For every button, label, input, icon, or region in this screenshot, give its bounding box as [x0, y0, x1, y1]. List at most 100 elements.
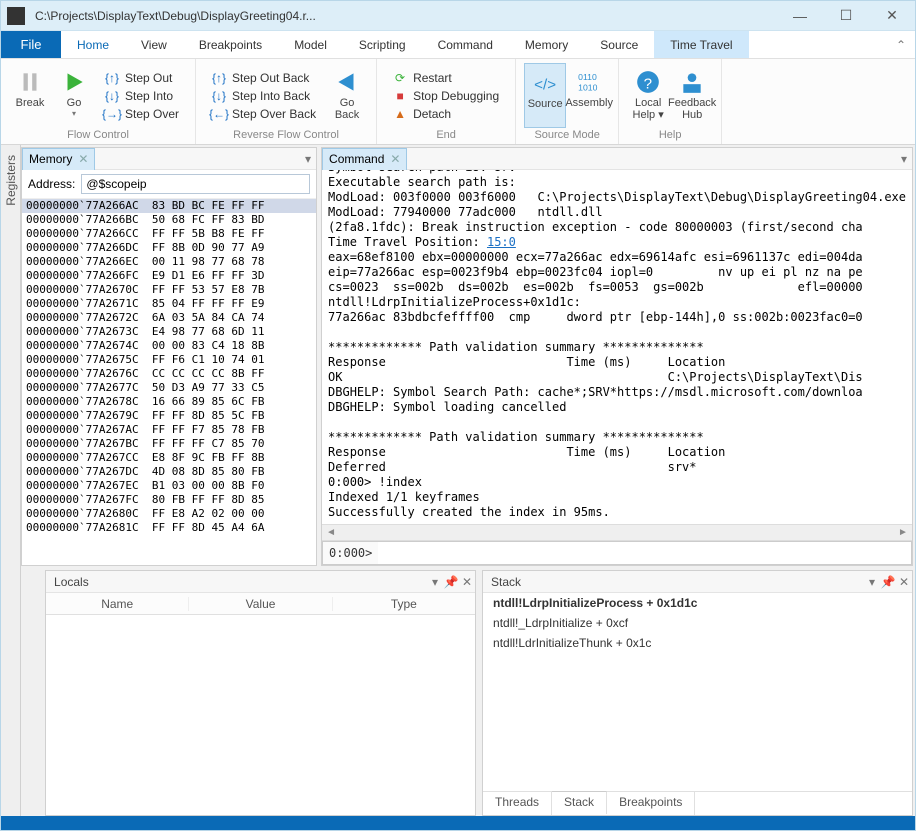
memory-row[interactable]: 00000000`77A2674C 00 00 83 C4 18 8B: [22, 339, 316, 353]
menu-model[interactable]: Model: [278, 31, 343, 58]
pause-icon: [17, 69, 43, 95]
dropdown-icon[interactable]: ▾: [427, 575, 443, 589]
play-reverse-icon: [334, 69, 360, 95]
step-over-back-button[interactable]: {←}Step Over Back: [208, 106, 320, 122]
stop-icon: ■: [393, 89, 407, 103]
menu-source[interactable]: Source: [584, 31, 654, 58]
dropdown-icon[interactable]: ▾: [864, 575, 880, 589]
menu-command[interactable]: Command: [422, 31, 509, 58]
assembly-mode-button[interactable]: 01101010 Assembly: [568, 63, 610, 128]
command-input[interactable]: [378, 541, 912, 565]
memory-row[interactable]: 00000000`77A2670C FF FF 53 57 E8 7B: [22, 283, 316, 297]
options-icon[interactable]: ▾: [300, 152, 316, 166]
memory-row[interactable]: 00000000`77A267CC E8 8F 9C FB FF 8B: [22, 451, 316, 465]
ribbon: Break Go ▾ {↑}Step Out {↓}Step Into {→}S…: [1, 59, 915, 145]
step-into-back-button[interactable]: {↓}Step Into Back: [208, 88, 320, 104]
memory-row[interactable]: 00000000`77A2681C FF FF 8D 45 A4 6A: [22, 521, 316, 535]
memory-row[interactable]: 00000000`77A2678C 16 66 89 85 6C FB: [22, 395, 316, 409]
step-out-back-button[interactable]: {↑}Step Out Back: [208, 70, 320, 86]
pin-icon[interactable]: 📌: [443, 575, 459, 589]
scroll-right-icon[interactable]: ►: [896, 526, 910, 540]
locals-title: Locals: [46, 575, 97, 589]
registers-sidetab[interactable]: Registers: [1, 145, 21, 816]
local-help-button[interactable]: ? Local Help ▾: [627, 63, 669, 128]
go-back-button[interactable]: Go Back: [326, 63, 368, 128]
memory-list[interactable]: 00000000`77A266AC 83 BD BC FE FF FF00000…: [22, 199, 316, 565]
col-type[interactable]: Type: [333, 597, 475, 611]
memory-row[interactable]: 00000000`77A2675C FF F6 C1 10 74 01: [22, 353, 316, 367]
source-mode-button[interactable]: </> Source: [524, 63, 566, 128]
memory-row[interactable]: 00000000`77A2671C 85 04 FF FF FF E9: [22, 297, 316, 311]
close-icon[interactable]: ✕: [390, 152, 400, 166]
menu-time-travel[interactable]: Time Travel: [654, 31, 748, 58]
memory-row[interactable]: 00000000`77A2680C FF E8 A2 02 00 00: [22, 507, 316, 521]
memory-row[interactable]: 00000000`77A266AC 83 BD BC FE FF FF: [22, 199, 316, 213]
close-icon[interactable]: ✕: [896, 575, 912, 589]
options-icon[interactable]: ▾: [896, 152, 912, 166]
memory-row[interactable]: 00000000`77A266FC E9 D1 E6 FF FF 3D: [22, 269, 316, 283]
memory-row[interactable]: 00000000`77A266BC 50 68 FC FF 83 BD: [22, 213, 316, 227]
col-name[interactable]: Name: [46, 597, 189, 611]
scroll-left-icon[interactable]: ◄: [324, 526, 338, 540]
pin-icon[interactable]: 📌: [880, 575, 896, 589]
step-into-button[interactable]: {↓}Step Into: [101, 88, 183, 104]
memory-row[interactable]: 00000000`77A2679C FF FF 8D 85 5C FB: [22, 409, 316, 423]
tab-breakpoints[interactable]: Breakpoints: [607, 792, 695, 815]
tab-stack[interactable]: Stack: [552, 791, 607, 814]
close-button[interactable]: ✕: [869, 1, 915, 31]
detach-button[interactable]: ▲Detach: [389, 106, 503, 122]
stack-row[interactable]: ntdll!_LdrpInitialize + 0xcf: [483, 613, 912, 633]
restart-icon: ⟳: [393, 71, 407, 85]
break-button[interactable]: Break: [9, 63, 51, 128]
help-icon: ?: [635, 69, 661, 95]
memory-row[interactable]: 00000000`77A266DC FF 8B 0D 90 77 A9: [22, 241, 316, 255]
feedback-hub-button[interactable]: Feedback Hub: [671, 63, 713, 128]
stop-debugging-button[interactable]: ■Stop Debugging: [389, 88, 503, 104]
play-icon: [61, 69, 87, 95]
restart-button[interactable]: ⟳Restart: [389, 70, 503, 86]
menu-scripting[interactable]: Scripting: [343, 31, 422, 58]
close-icon[interactable]: ✕: [459, 575, 475, 589]
step-over-back-icon: {←}: [212, 107, 226, 121]
address-input[interactable]: [81, 174, 310, 194]
menu-view[interactable]: View: [125, 31, 183, 58]
stack-row[interactable]: ntdll!LdrpInitializeProcess + 0x1d1c: [483, 593, 912, 613]
locals-panel: Locals ▾ 📌 ✕ Name Value Type: [45, 570, 476, 816]
horizontal-scrollbar[interactable]: ◄ ►: [322, 524, 912, 540]
close-icon[interactable]: ✕: [78, 152, 88, 166]
menu-breakpoints[interactable]: Breakpoints: [183, 31, 278, 58]
memory-row[interactable]: 00000000`77A267FC 80 FB FF FF 8D 85: [22, 493, 316, 507]
memory-row[interactable]: 00000000`77A267BC FF FF FF C7 85 70: [22, 437, 316, 451]
memory-row[interactable]: 00000000`77A267DC 4D 08 8D 85 80 FB: [22, 465, 316, 479]
menu-home[interactable]: Home: [61, 31, 125, 58]
command-output[interactable]: ********* Path validation summary ******…: [322, 170, 912, 524]
menu-file[interactable]: File: [1, 31, 61, 58]
command-tab[interactable]: Command ✕: [322, 148, 407, 170]
svg-text:0110: 0110: [578, 72, 597, 82]
step-over-button[interactable]: {→}Step Over: [101, 106, 183, 122]
maximize-button[interactable]: ☐: [823, 1, 869, 31]
memory-row[interactable]: 00000000`77A2672C 6A 03 5A 84 CA 74: [22, 311, 316, 325]
menu-memory[interactable]: Memory: [509, 31, 584, 58]
col-value[interactable]: Value: [189, 597, 332, 611]
tab-threads[interactable]: Threads: [483, 792, 552, 815]
step-out-button[interactable]: {↑}Step Out: [101, 70, 183, 86]
memory-row[interactable]: 00000000`77A266EC 00 11 98 77 68 78: [22, 255, 316, 269]
stack-body[interactable]: ntdll!LdrpInitializeProcess + 0x1d1cntdl…: [483, 593, 912, 791]
time-travel-link[interactable]: 15:0: [487, 235, 516, 249]
memory-row[interactable]: 00000000`77A267EC B1 03 00 00 8B F0: [22, 479, 316, 493]
dropdown-icon: ▾: [72, 109, 76, 118]
go-button[interactable]: Go ▾: [53, 63, 95, 128]
ribbon-collapse-icon[interactable]: ⌃: [887, 31, 915, 58]
memory-row[interactable]: 00000000`77A2677C 50 D3 A9 77 33 C5: [22, 381, 316, 395]
titlebar: C:\Projects\DisplayText\Debug\DisplayGre…: [1, 1, 915, 31]
locals-body: [46, 615, 475, 815]
memory-row[interactable]: 00000000`77A266CC FF FF 5B B8 FE FF: [22, 227, 316, 241]
memory-row[interactable]: 00000000`77A2673C E4 98 77 68 6D 11: [22, 325, 316, 339]
step-into-back-icon: {↓}: [212, 89, 226, 103]
stack-row[interactable]: ntdll!LdrInitializeThunk + 0x1c: [483, 633, 912, 653]
memory-row[interactable]: 00000000`77A2676C CC CC CC CC 8B FF: [22, 367, 316, 381]
memory-tab[interactable]: Memory ✕: [22, 148, 95, 170]
memory-row[interactable]: 00000000`77A267AC FF FF F7 85 78 FB: [22, 423, 316, 437]
minimize-button[interactable]: —: [777, 1, 823, 31]
